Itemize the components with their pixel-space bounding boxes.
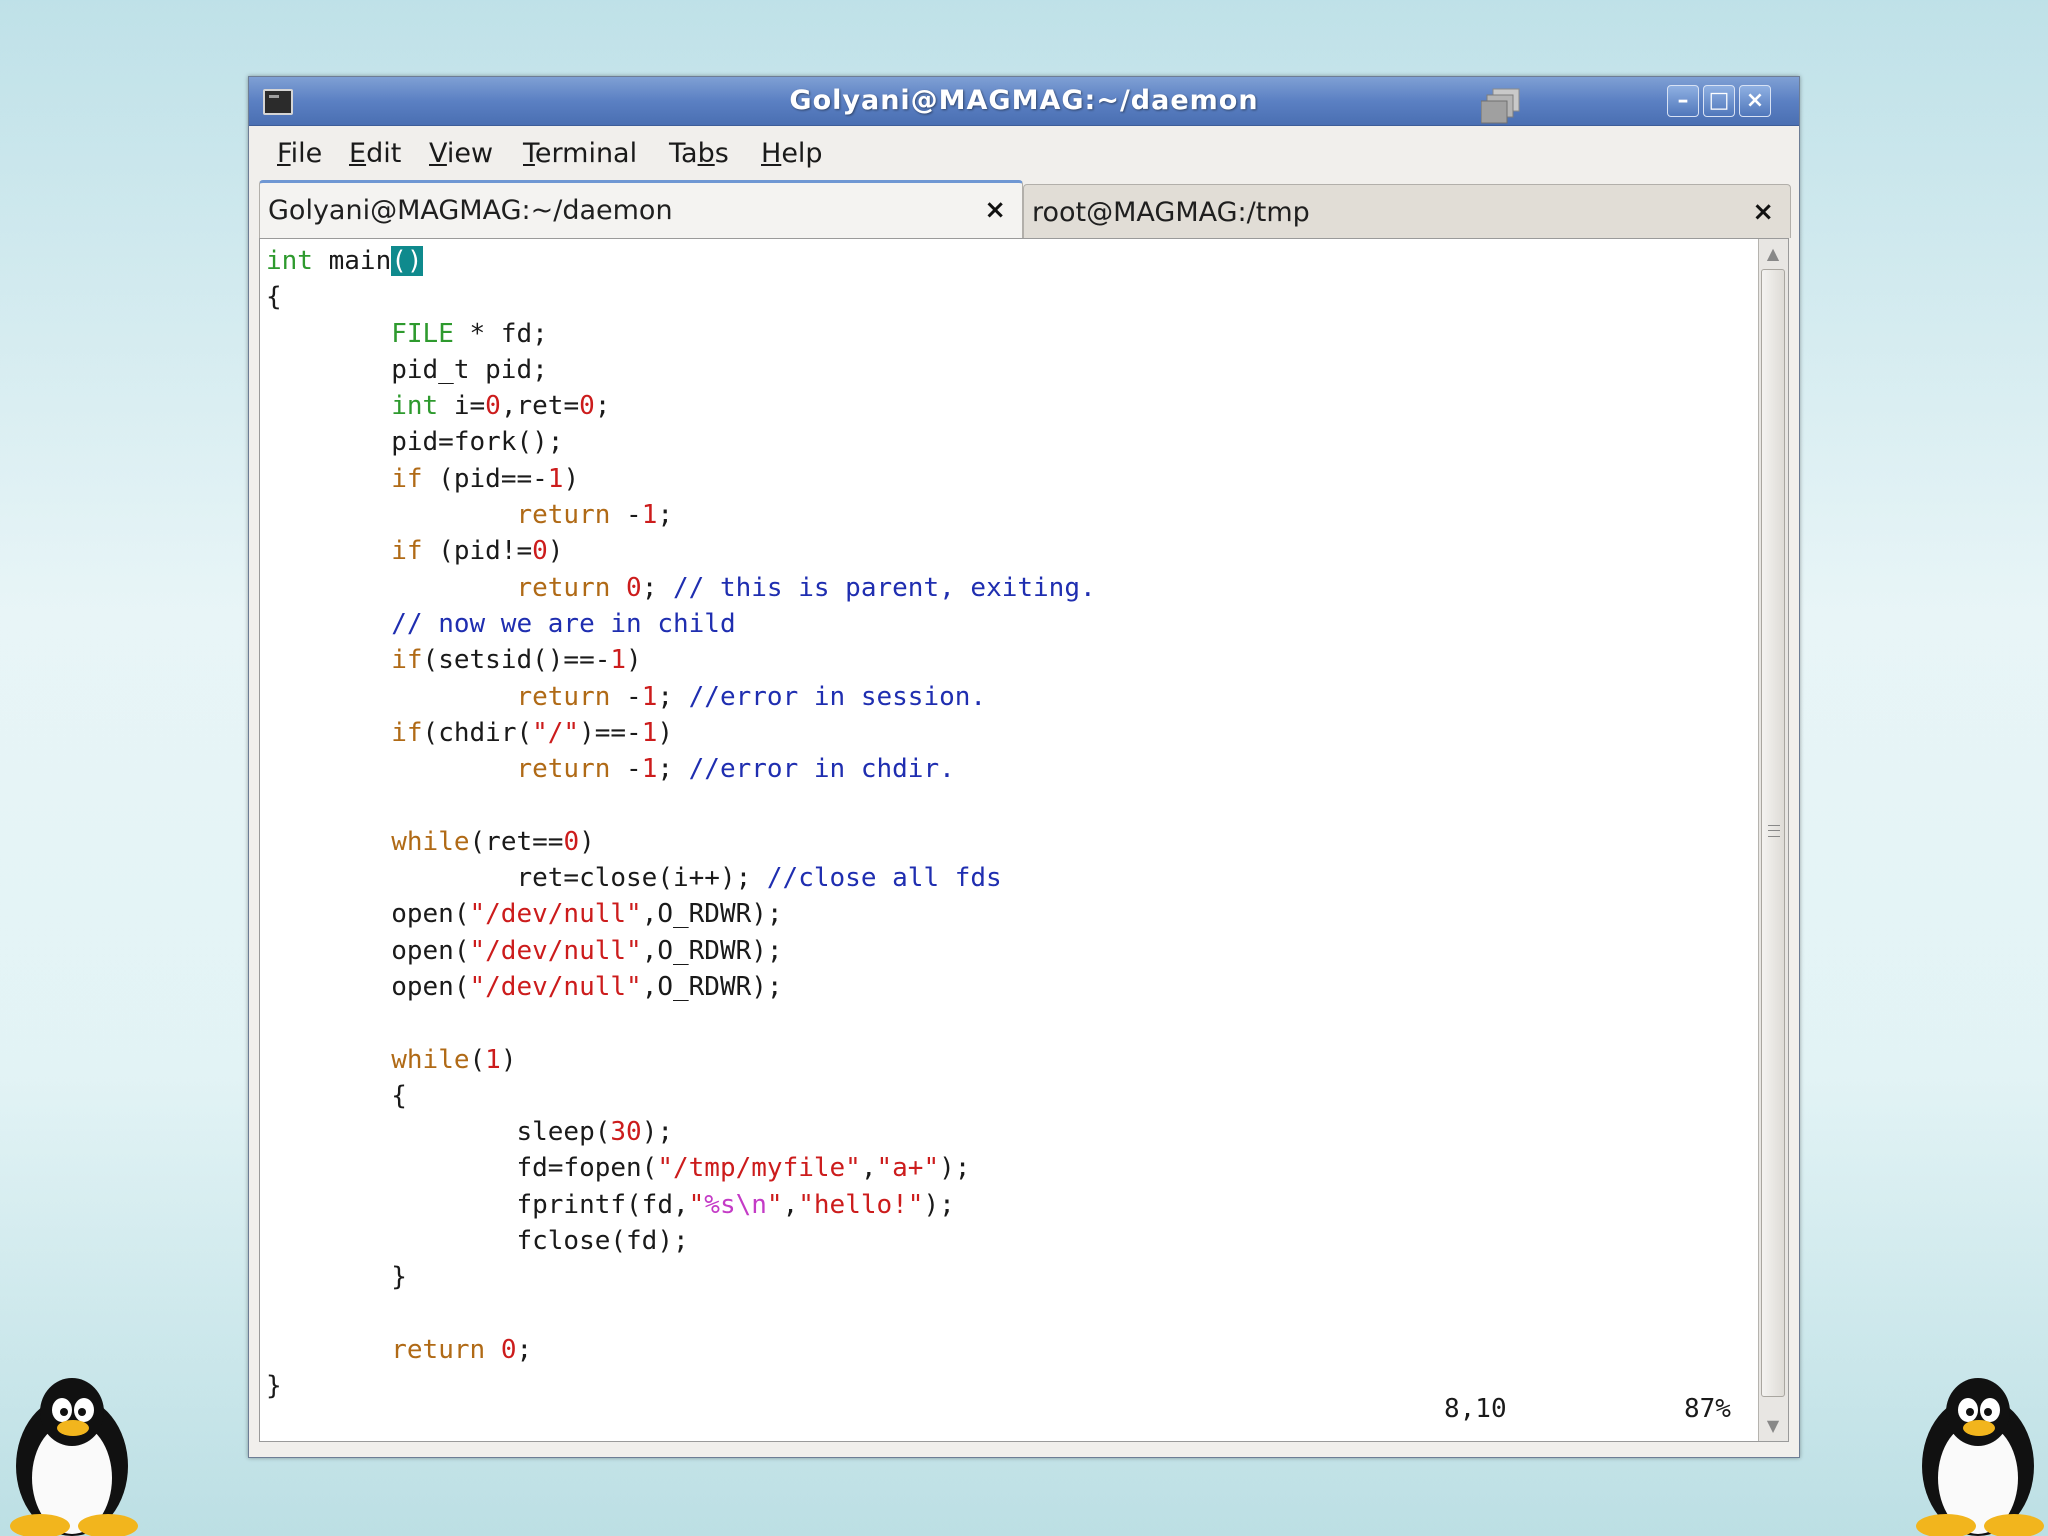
menu-tabs[interactable]: Tabs <box>669 138 729 169</box>
scrollbar-thumb[interactable] <box>1761 269 1785 1397</box>
tab-label: Golyani@MAGMAG:~/daemon <box>268 195 673 226</box>
menu-help[interactable]: Help <box>761 138 823 169</box>
scroll-up-arrow-icon[interactable]: ▲ <box>1762 243 1784 265</box>
code-line: pid=fork(); <box>266 427 564 458</box>
code-line: fprintf(fd,"%s\n","hello!"); <box>266 1189 955 1220</box>
code-line: while(1) <box>391 1044 517 1075</box>
vertical-scrollbar[interactable]: ▲ ▼ <box>1758 239 1788 1441</box>
menu-bar: File Edit View Terminal Tabs Help <box>249 126 1799 178</box>
tab-close-icon[interactable]: × <box>984 195 1006 225</box>
code-line: return 0; // this is parent, exiting. <box>516 572 1096 603</box>
scroll-percent: 87% <box>1684 1394 1731 1424</box>
code-line: sleep(30); <box>266 1117 673 1148</box>
code-line: pid_t pid; <box>266 354 548 385</box>
menu-terminal[interactable]: Terminal <box>523 138 637 169</box>
tab-root-tmp[interactable]: root@MAGMAG:/tmp × <box>1023 184 1791 238</box>
code-line: fclose(fd); <box>266 1226 689 1257</box>
window-title: Golyani@MAGMAG:~/daemon <box>789 85 1259 116</box>
code-line: { <box>266 1080 407 1111</box>
code-line: return -1; //error in chdir. <box>516 754 955 785</box>
code-line: while(ret==0) <box>391 826 595 857</box>
terminal-window: Golyani@MAGMAG:~/daemon – □ × File Edit … <box>248 76 1800 1458</box>
code-line: if(chdir("/")==-1) <box>391 717 674 748</box>
code-line: // now we are in child <box>391 608 736 639</box>
code-line: FILE * fd; <box>391 318 548 349</box>
code-line: } <box>266 1262 407 1293</box>
code-line: return 0; <box>391 1334 533 1365</box>
maximize-icon[interactable]: □ <box>1703 85 1735 117</box>
code-line: ret=close(i++); //close all fds <box>266 863 1002 894</box>
tab-label: root@MAGMAG:/tmp <box>1032 197 1310 228</box>
code-line: fd=fopen("/tmp/myfile","a+"); <box>266 1153 971 1184</box>
terminal-content[interactable]: int main() { FILE * fd; pid_t pid; int i=… <box>259 238 1789 1442</box>
code-line: open("/dev/null",O_RDWR); <box>266 899 783 930</box>
minimize-icon[interactable]: – <box>1667 85 1699 117</box>
workspace-stack-icon <box>1481 88 1520 124</box>
code-line: if(setsid()==-1) <box>391 645 642 676</box>
tab-close-icon[interactable]: × <box>1752 197 1774 227</box>
close-icon[interactable]: × <box>1739 85 1771 117</box>
scroll-down-arrow-icon[interactable]: ▼ <box>1762 1415 1784 1437</box>
code-line: int main() <box>266 246 423 276</box>
tux-penguin-icon <box>1916 1378 2044 1536</box>
code-view: int main() { FILE * fd; pid_t pid; int i=… <box>266 243 1096 1405</box>
text-cursor: () <box>391 246 423 276</box>
code-line: open("/dev/null",O_RDWR); <box>266 971 783 1002</box>
code-line: open("/dev/null",O_RDWR); <box>266 935 783 966</box>
tux-penguin-icon <box>10 1378 138 1536</box>
tab-bar: Golyani@MAGMAG:~/daemon × root@MAGMAG:/t… <box>259 180 1791 238</box>
code-line: return -1; <box>516 500 673 531</box>
menu-view[interactable]: View <box>429 138 493 169</box>
code-line: int i=0,ret=0; <box>391 391 611 422</box>
title-bar[interactable]: Golyani@MAGMAG:~/daemon – □ × <box>249 77 1799 126</box>
tab-daemon[interactable]: Golyani@MAGMAG:~/daemon × <box>259 180 1023 238</box>
menu-file[interactable]: File <box>277 138 322 169</box>
code-line: } <box>266 1371 282 1402</box>
code-line: return -1; //error in session. <box>516 681 987 712</box>
code-line: if (pid!=0) <box>391 536 564 567</box>
menu-edit[interactable]: Edit <box>349 138 401 169</box>
code-line: { <box>266 282 282 313</box>
code-line: if (pid==-1) <box>391 463 580 494</box>
cursor-position: 8,10 <box>1444 1394 1507 1424</box>
